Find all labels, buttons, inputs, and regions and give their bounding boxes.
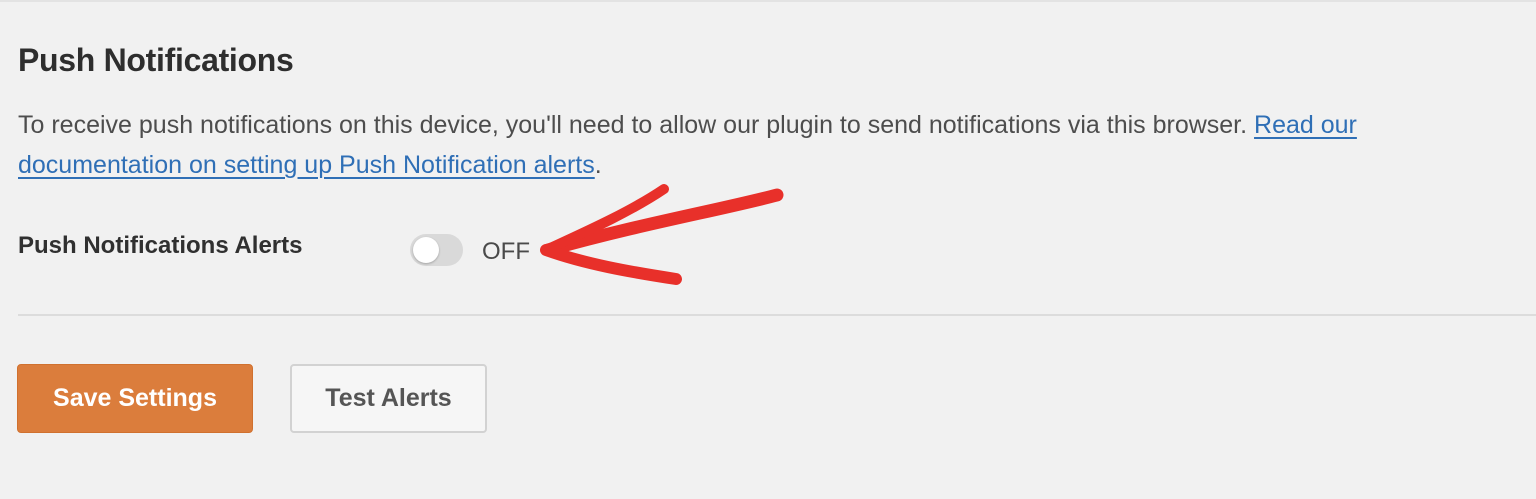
top-divider: [0, 0, 1536, 2]
save-settings-button[interactable]: Save Settings: [17, 364, 253, 433]
description-period: .: [594, 151, 602, 179]
push-alerts-toggle[interactable]: [410, 234, 463, 266]
description-text: To receive push notifications on this de…: [18, 111, 1255, 139]
section-description: To receive push notifications on this de…: [18, 105, 1523, 185]
section-divider: [18, 314, 1536, 316]
section-title: Push Notifications: [18, 42, 294, 78]
push-alerts-label: Push Notifications Alerts: [18, 232, 303, 259]
test-alerts-button[interactable]: Test Alerts: [290, 364, 487, 433]
toggle-knob: [413, 237, 439, 263]
toggle-state-label: OFF: [482, 238, 530, 265]
